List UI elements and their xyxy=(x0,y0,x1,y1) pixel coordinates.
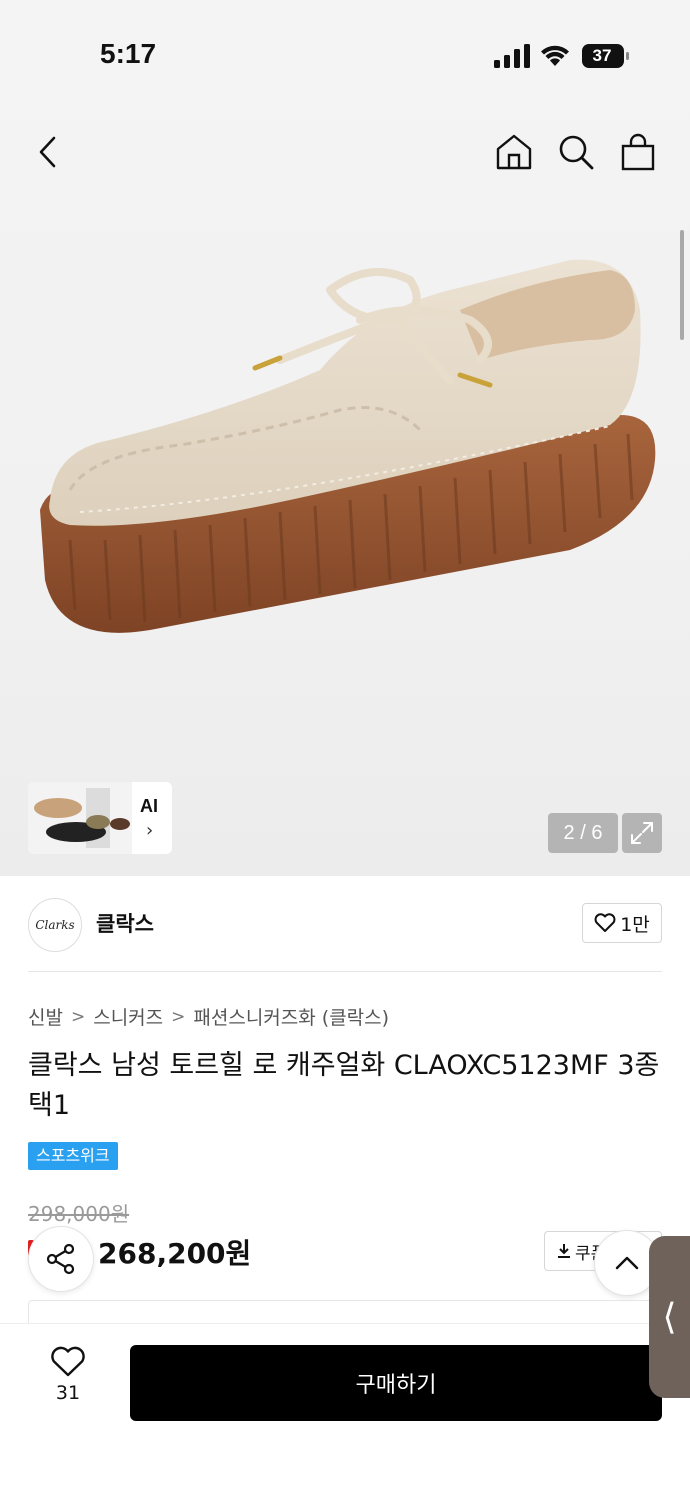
status-time: 5:17 xyxy=(100,38,157,69)
search-icon xyxy=(559,135,594,170)
chevron-left-icon xyxy=(39,136,56,168)
event-badge: 스포츠위크 xyxy=(28,1142,118,1170)
thumbnail-image xyxy=(28,782,132,854)
ai-recommend-thumbnails[interactable]: AI › xyxy=(28,782,172,854)
chevron-right-icon: > xyxy=(70,1006,86,1027)
product-title: 클락스 남성 토르힐 로 캐주얼화 CLAOXC5123MF 3종 택1 xyxy=(28,1050,660,1121)
share-icon xyxy=(46,1243,75,1275)
scroll-indicator[interactable] xyxy=(680,230,684,340)
wishlist-count: 31 xyxy=(55,1382,81,1404)
signal-icon xyxy=(494,44,530,68)
original-price: 298,000원 xyxy=(28,1202,130,1226)
expand-image-button[interactable] xyxy=(622,813,662,853)
ai-label: AI xyxy=(140,796,158,816)
expand-icon xyxy=(631,822,653,844)
home-icon xyxy=(496,134,532,170)
side-panel-handle[interactable]: ⟨ xyxy=(649,1236,690,1398)
chevron-up-icon xyxy=(615,1256,639,1270)
divider xyxy=(28,971,662,972)
home-button[interactable] xyxy=(490,128,538,176)
brand-logo[interactable]: Clarks xyxy=(28,898,82,952)
image-page-counter: 2 / 6 xyxy=(548,813,618,853)
breadcrumb-item[interactable]: 패션스니커즈화 (클락스) xyxy=(193,1003,389,1030)
brand-like-count: 1만 xyxy=(620,913,650,936)
cart-button[interactable] xyxy=(614,128,662,176)
search-button[interactable] xyxy=(552,128,600,176)
chevron-right-icon: > xyxy=(171,1006,186,1027)
brand-like-button[interactable]: 1만 xyxy=(582,903,662,943)
breadcrumb-item[interactable]: 스니커즈 xyxy=(93,1003,163,1030)
product-hero: 5:17 37 AI › 2 / 6 xyxy=(0,0,690,876)
heart-icon xyxy=(51,1346,85,1377)
breadcrumb-item[interactable]: 신발 xyxy=(28,1003,63,1030)
back-button[interactable] xyxy=(24,128,72,176)
product-image-shoe[interactable] xyxy=(30,250,670,650)
wifi-icon xyxy=(541,45,569,66)
battery-level: 37 xyxy=(592,46,612,65)
shopping-bag-icon xyxy=(621,133,655,171)
wishlist-button[interactable]: 31 xyxy=(38,1346,98,1416)
share-button[interactable] xyxy=(28,1226,94,1292)
buy-button[interactable]: 구매하기 xyxy=(130,1345,662,1421)
sale-price: 268,200원 xyxy=(98,1237,252,1270)
heart-icon xyxy=(594,913,616,932)
chevron-right-icon: › xyxy=(146,820,154,841)
status-bar: 5:17 37 xyxy=(0,0,690,110)
breadcrumb: 신발 > 스니커즈 > 패션스니커즈화 (클락스) xyxy=(28,1003,389,1030)
brand-name[interactable]: 클락스 xyxy=(96,908,154,938)
download-icon xyxy=(558,1244,570,1258)
